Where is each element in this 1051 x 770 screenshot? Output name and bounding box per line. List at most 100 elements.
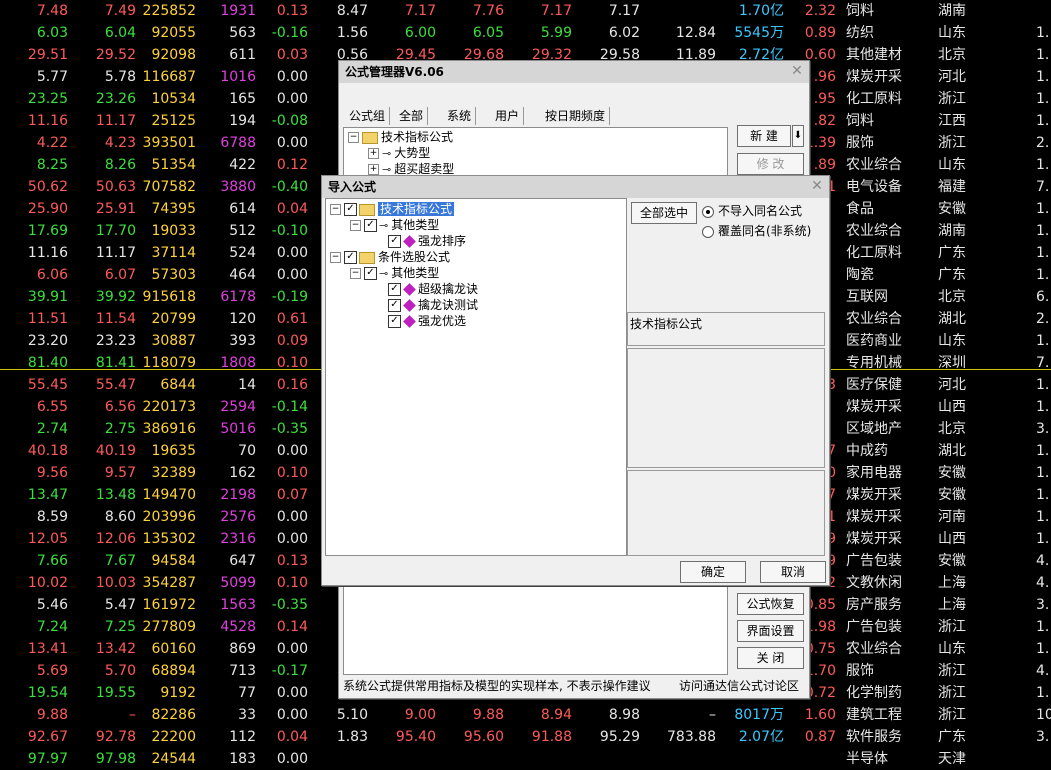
tree-item-trend[interactable]: 大势型 — [394, 146, 430, 160]
tab-system[interactable]: 系统 — [443, 107, 477, 125]
cell-c16: 1. — [1036, 487, 1050, 503]
expand-icon[interactable]: + — [368, 148, 379, 159]
tab-formula-group[interactable]: 公式组 — [345, 107, 391, 125]
collapse-icon[interactable]: − — [330, 204, 341, 215]
collapse-icon[interactable]: − — [348, 132, 359, 143]
radio-selected-icon[interactable] — [702, 205, 714, 218]
collapse-icon[interactable]: − — [330, 252, 341, 263]
tree-item-technical[interactable]: 技术指标公式 — [381, 130, 453, 144]
tree-group-other1[interactable]: 其他类型 — [391, 218, 439, 232]
cell-c5: -0.35 — [271, 421, 308, 437]
tab-user[interactable]: 用户 — [491, 107, 525, 125]
cell-c16: 6. — [1036, 289, 1050, 305]
cell-c14: 文教休闲 — [846, 575, 902, 591]
edit-button[interactable]: 修 改 — [737, 153, 804, 175]
option-skip-duplicates[interactable]: 不导入同名公式 — [702, 202, 802, 220]
tree-item-qianglong-paixu[interactable]: 强龙排序 — [418, 234, 466, 248]
cell-c3: 20799 — [151, 311, 196, 327]
cell-c1: 6.55 — [36, 399, 68, 415]
cell-c4: 14 — [238, 377, 256, 393]
cell-c1: 7.66 — [36, 553, 68, 569]
cell-c4: 1931 — [220, 3, 256, 19]
new-dropdown-button[interactable]: ⬇ — [792, 125, 804, 147]
collapse-icon[interactable]: − — [350, 220, 361, 231]
collapse-icon[interactable]: − — [350, 268, 361, 279]
checkbox-group2[interactable]: ✓ — [364, 267, 377, 280]
cell-c15: 浙江 — [938, 619, 966, 635]
cell-c16: 1. — [1036, 267, 1050, 283]
close-icon[interactable]: ✕ — [809, 178, 825, 194]
checkbox-item-qianglong-paixu[interactable]: ✓ — [388, 235, 401, 248]
cell-c3: 25125 — [151, 113, 196, 129]
table-row[interactable]: 7.48 7.49 225852 1931 0.13 8.47 7.17 7.76 7.17 7.… — [0, 0, 1051, 22]
tree-group-other2[interactable]: 其他类型 — [391, 266, 439, 280]
cell-c14: 煤炭开采 — [846, 531, 902, 547]
tree-item-super[interactable]: 超级擒龙诀 — [418, 282, 478, 296]
cancel-button[interactable]: 取消 — [760, 561, 826, 583]
close-icon[interactable]: ✕ — [789, 63, 805, 79]
radio-icon[interactable] — [702, 225, 714, 238]
cell-c4: 393 — [229, 333, 256, 349]
cell-c5: 0.00 — [276, 245, 308, 261]
tab-by-date-frequency[interactable]: 按日期频度 — [541, 107, 611, 125]
cell-c3: 94584 — [151, 553, 196, 569]
tree-item-test[interactable]: 擒龙诀测试 — [418, 298, 478, 312]
cell-c1: 23.20 — [27, 333, 68, 349]
cell-c3: 57303 — [151, 267, 196, 283]
table-row[interactable]: 92.67 92.78 22200 112 0.04 1.83 95.40 95.60 91.8… — [0, 726, 1051, 748]
checkbox-item-super[interactable]: ✓ — [388, 283, 401, 296]
cell-c15: 浙江 — [938, 91, 966, 107]
cell-c11: – — [709, 707, 716, 723]
info-label-box: 技术指标公式 — [627, 312, 825, 346]
cell-c3: 32389 — [151, 465, 196, 481]
cell-c14: 其他建材 — [846, 47, 902, 63]
import-tree[interactable]: − ✓ 技术指标公式 − ✓ ⊸ 其他类型 ✓ 强龙排序 − ✓ 条件选股公式 − ✓ ⊸ 其他类型 … — [325, 198, 627, 556]
checkbox-item-test[interactable]: ✓ — [388, 299, 401, 312]
table-row[interactable]: 6.03 6.04 92055 563 -0.16 1.56 6.00 6.05 5.99 6.0… — [0, 22, 1051, 44]
cell-c1: 6.03 — [36, 25, 68, 41]
tree-item-overbought[interactable]: 超买超卖型 — [394, 162, 454, 176]
cell-c7: 9.00 — [404, 707, 436, 723]
option-overwrite[interactable]: 覆盖同名(非系统) — [702, 222, 811, 240]
ui-settings-button[interactable]: 界面设置 — [737, 620, 804, 642]
cell-c5: 0.10 — [276, 355, 308, 371]
cell-c9: 7.17 — [540, 3, 572, 19]
table-row[interactable]: 97.97 97.98 24544 183 0.00 半导体 天津 — [0, 748, 1051, 770]
checkbox-root2[interactable]: ✓ — [344, 251, 357, 264]
cell-c16: 1. — [1036, 333, 1050, 349]
checkbox-root1[interactable]: ✓ — [344, 203, 357, 216]
cell-c16: 4. — [1036, 553, 1050, 569]
cell-c10: 8.98 — [608, 707, 640, 723]
cell-c9: 8.94 — [540, 707, 572, 723]
cell-c4: 611 — [229, 47, 256, 63]
cell-c14: 医药商业 — [846, 333, 902, 349]
formula-manager-title: 公式管理器V6.06 — [345, 65, 444, 79]
cell-c6: 1.83 — [336, 729, 368, 745]
close-button[interactable]: 关 闭 — [737, 647, 804, 669]
tree-root-technical[interactable]: 技术指标公式 — [378, 202, 455, 216]
cell-c4: 5016 — [220, 421, 256, 437]
cell-c1: 5.46 — [36, 597, 68, 613]
tree-item-best[interactable]: 强龙优选 — [418, 314, 466, 328]
cell-c16: 1. — [1036, 377, 1050, 393]
cell-c1: 5.69 — [36, 663, 68, 679]
new-button[interactable]: 新 建 — [737, 125, 791, 147]
cell-c13: 1.60 — [804, 707, 836, 723]
ok-button[interactable]: 确定 — [680, 561, 746, 583]
expand-icon[interactable]: + — [368, 164, 379, 175]
cell-c4: 165 — [229, 91, 256, 107]
cell-c3: 22200 — [151, 729, 196, 745]
cell-c14: 煤炭开采 — [846, 487, 902, 503]
cell-c15: 山东 — [938, 25, 966, 41]
forum-link[interactable]: 访问通达信公式讨论区 — [679, 677, 799, 694]
cell-c9: 91.88 — [531, 729, 572, 745]
cell-c5: -0.14 — [271, 399, 308, 415]
checkbox-group1[interactable]: ✓ — [364, 219, 377, 232]
restore-formula-button[interactable]: 公式恢复 — [737, 593, 804, 615]
cell-c4: 6178 — [220, 289, 256, 305]
table-row[interactable]: 9.88–82286 33 0.00 5.10 9.00 9.88 8.94 8.98–801… — [0, 704, 1051, 726]
checkbox-item-best[interactable]: ✓ — [388, 315, 401, 328]
select-all-button[interactable]: 全部选中 — [631, 202, 697, 224]
tab-all[interactable]: 全部 — [395, 107, 429, 125]
tree-root-stock-selection[interactable]: 条件选股公式 — [378, 250, 450, 264]
